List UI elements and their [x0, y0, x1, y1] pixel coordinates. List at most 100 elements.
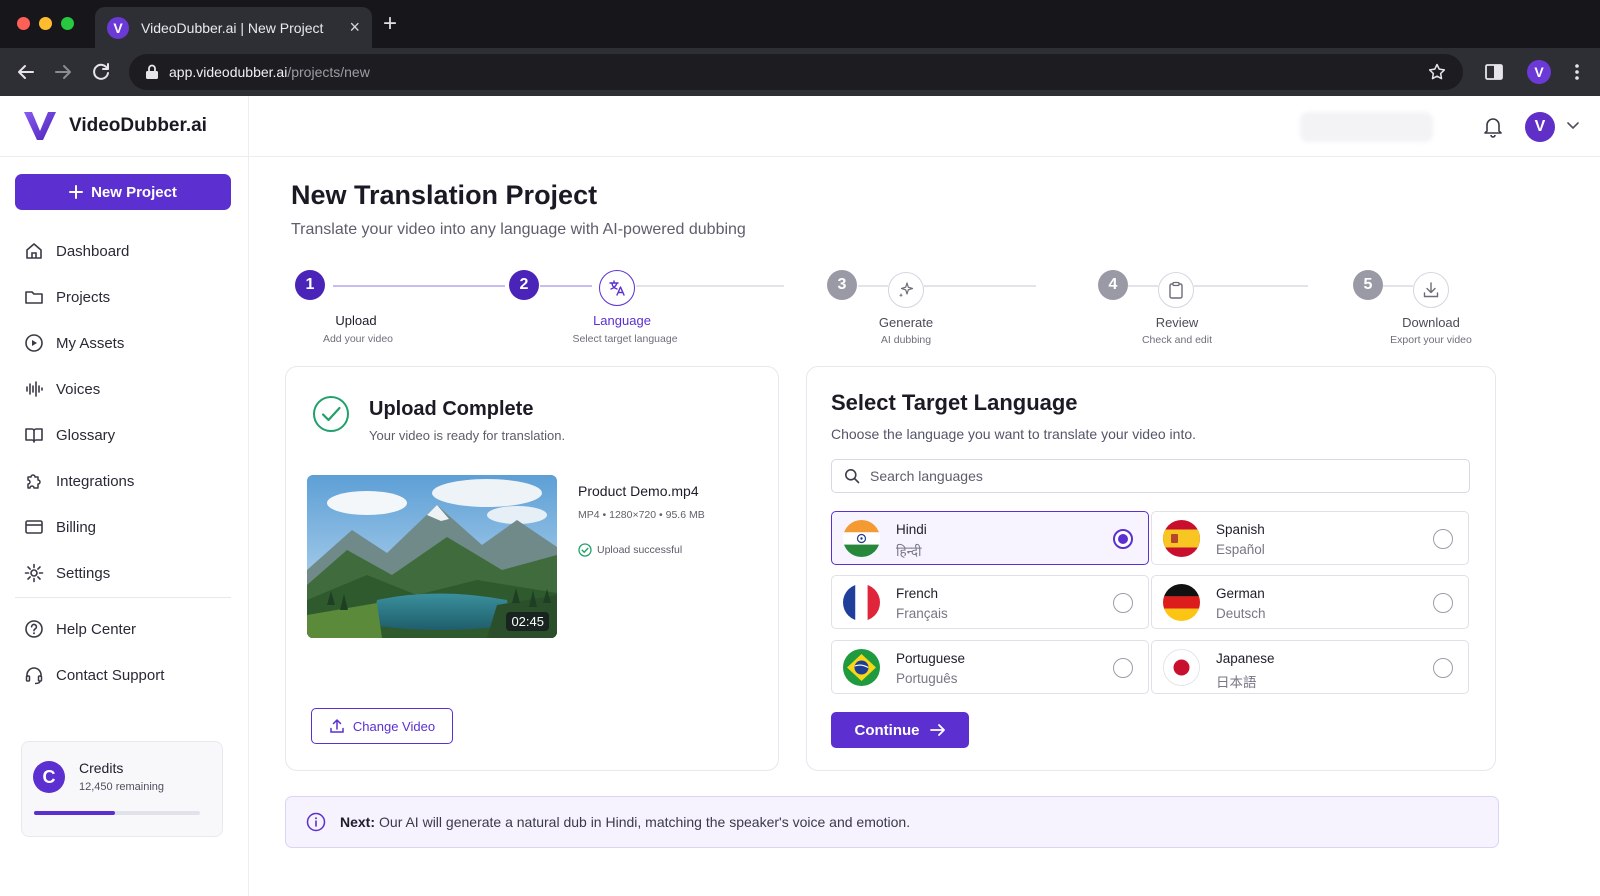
- sidebar-item-my-assets[interactable]: My Assets: [0, 320, 249, 366]
- language-native: Español: [1216, 542, 1265, 557]
- reload-icon[interactable]: [89, 60, 113, 84]
- gear-icon: [24, 563, 44, 583]
- sidebar-toggle-icon[interactable]: [1484, 62, 1504, 82]
- upload-title: Upload Complete: [369, 398, 534, 420]
- step-2-sub: Select target language: [572, 333, 678, 345]
- sidebar-item-settings[interactable]: Settings: [0, 550, 249, 596]
- language-option-french[interactable]: French Français: [831, 575, 1149, 629]
- new-project-label: New Project: [91, 183, 177, 201]
- credits-icon: C: [33, 761, 65, 793]
- language-option-portuguese[interactable]: Portuguese Português: [831, 640, 1149, 694]
- sidebar-item-billing[interactable]: Billing: [0, 504, 249, 550]
- brazil-flag-icon: [843, 649, 880, 686]
- close-window-button[interactable]: [17, 17, 30, 30]
- chevron-down-icon[interactable]: [1567, 122, 1579, 130]
- sidebar-item-dashboard[interactable]: Dashboard: [0, 228, 249, 274]
- puzzle-icon: [27, 474, 41, 489]
- language-name: Japanese: [1216, 651, 1275, 666]
- download-icon: [1423, 282, 1439, 298]
- language-radio[interactable]: [1433, 658, 1453, 678]
- sparkle-icon: [899, 282, 914, 298]
- sidebar-item-label: Billing: [56, 518, 97, 536]
- browser-profile-avatar[interactable]: V: [1527, 60, 1551, 84]
- new-tab-icon[interactable]: +: [383, 12, 397, 36]
- language-radio[interactable]: [1113, 593, 1133, 613]
- sidebar-item-integrations[interactable]: Integrations: [0, 458, 249, 504]
- plus-icon: [69, 185, 84, 199]
- credits-title: Credits: [79, 760, 124, 776]
- step-3-number: 3: [827, 270, 857, 300]
- change-video-label: Change Video: [352, 718, 436, 734]
- sidebar-item-help-center[interactable]: Help Center: [0, 606, 249, 652]
- browser-tab[interactable]: V VideoDubber.ai | New Project ×: [95, 7, 372, 48]
- step-2-label: Language: [593, 313, 651, 328]
- back-icon[interactable]: [14, 60, 38, 84]
- tab-title: VideoDubber.ai | New Project: [141, 19, 324, 36]
- sidebar-item-glossary[interactable]: Glossary: [0, 412, 249, 458]
- japan-flag-icon: [1163, 649, 1200, 686]
- step-connector: [333, 285, 505, 287]
- next-step-banner: Next: Our AI will generate a natural dub…: [285, 796, 1499, 848]
- language-option-japanese[interactable]: Japanese 日本語: [1151, 640, 1469, 694]
- language-radio[interactable]: [1433, 593, 1453, 613]
- browser-toolbar: app.videodubber.ai/projects/new V: [0, 48, 1600, 96]
- sidebar-item-contact-support[interactable]: Contact Support: [0, 652, 249, 698]
- translate-icon: [609, 280, 625, 296]
- minimize-window-button[interactable]: [39, 17, 52, 30]
- address-bar[interactable]: app.videodubber.ai/projects/new: [129, 54, 1463, 90]
- language-native: Français: [896, 606, 948, 621]
- step-2-icon: [599, 270, 635, 306]
- clipboard-icon: [1169, 281, 1183, 299]
- france-flag-icon: [843, 584, 880, 621]
- new-project-button[interactable]: New Project: [15, 174, 231, 210]
- language-card: Select Target Language Choose the langua…: [806, 366, 1496, 771]
- language-search-input[interactable]: Search languages: [831, 459, 1470, 493]
- language-option-german[interactable]: German Deutsch: [1151, 575, 1469, 629]
- upload-status: Upload successful: [578, 543, 682, 557]
- sidebar-item-label: Voices: [56, 380, 101, 398]
- url-text: app.videodubber.ai/projects/new: [169, 64, 370, 80]
- brand[interactable]: VideoDubber.ai: [0, 96, 248, 157]
- language-radio[interactable]: [1113, 658, 1133, 678]
- language-option-hindi[interactable]: Hindi हिन्दी: [831, 511, 1149, 565]
- step-3-icon: [888, 272, 924, 308]
- browser-menu-icon[interactable]: [1567, 62, 1587, 82]
- brand-name: VideoDubber.ai: [69, 115, 207, 136]
- card-icon: [25, 520, 43, 534]
- sidebar-item-voices[interactable]: Voices: [0, 366, 249, 412]
- language-option-spanish[interactable]: Spanish Español: [1151, 511, 1469, 565]
- tab-close-icon[interactable]: ×: [349, 17, 360, 38]
- success-check-icon: [578, 543, 592, 557]
- app-header: V: [249, 96, 1600, 157]
- language-radio[interactable]: [1433, 529, 1453, 549]
- step-connector: [1194, 285, 1308, 287]
- step-1-number: 1: [295, 270, 325, 300]
- bookmark-star-icon[interactable]: [1427, 62, 1447, 82]
- step-connector: [636, 285, 784, 287]
- forward-icon[interactable]: [51, 60, 75, 84]
- search-placeholder: Search languages: [870, 468, 983, 484]
- video-thumbnail[interactable]: 02:45: [307, 475, 557, 638]
- continue-button[interactable]: Continue: [831, 712, 969, 748]
- step-5-label: Download: [1402, 315, 1460, 330]
- language-name: Spanish: [1216, 522, 1265, 537]
- sidebar-item-label: Glossary: [56, 426, 116, 444]
- blurred-header-control[interactable]: [1300, 112, 1433, 142]
- sidebar-item-projects[interactable]: Projects: [0, 274, 249, 320]
- language-native: 日本語: [1216, 675, 1257, 690]
- spain-flag-icon: [1163, 520, 1200, 557]
- user-avatar[interactable]: V: [1525, 112, 1555, 142]
- help-icon: [25, 620, 43, 638]
- step-3-label: Generate: [878, 315, 934, 330]
- headset-icon: [25, 667, 43, 685]
- maximize-window-button[interactable]: [61, 17, 74, 30]
- language-radio-selected[interactable]: [1113, 529, 1133, 549]
- step-5-number: 5: [1353, 270, 1383, 300]
- tab-favicon: V: [107, 16, 129, 39]
- credits-remaining: 12,450 remaining: [79, 781, 165, 793]
- bell-icon[interactable]: [1483, 116, 1503, 138]
- change-video-button[interactable]: Change Video: [311, 708, 453, 744]
- step-5-icon: [1413, 272, 1449, 308]
- banner-text: Our AI will generate a natural dub in Hi…: [379, 814, 911, 830]
- language-name: Hindi: [896, 522, 927, 537]
